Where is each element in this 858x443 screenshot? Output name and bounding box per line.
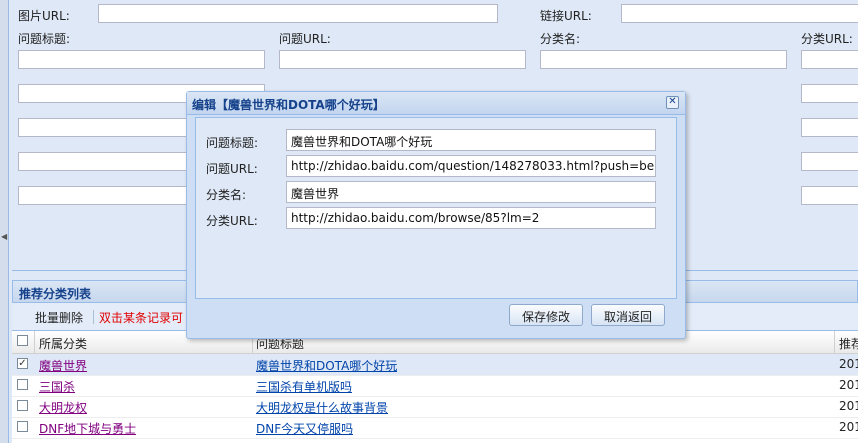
row-category-link[interactable]: 大明龙权	[39, 399, 87, 416]
dialog-title: 编辑【魔兽世界和DOTA哪个好玩】	[192, 98, 385, 112]
header-separator	[834, 331, 835, 353]
row-date: 201	[839, 378, 858, 392]
question-url-input-1[interactable]	[279, 50, 526, 69]
dialog-category-name-label: 分类名:	[206, 188, 247, 202]
row-date: 201	[839, 399, 858, 413]
category-url-input-2[interactable]	[801, 84, 858, 103]
header-separator	[34, 331, 35, 353]
row-category-link[interactable]: DNF地下城与勇士	[39, 420, 136, 437]
dialog-header[interactable]: 编辑【魔兽世界和DOTA哪个好玩】 ✕	[187, 92, 685, 115]
image-url-label: 图片URL:	[18, 9, 70, 23]
row-question-link[interactable]: DNF今天又停服吗	[256, 420, 353, 437]
dialog-category-url-input[interactable]: http://zhidao.baidu.com/browse/85?lm=2	[286, 207, 656, 229]
row-date: 201	[839, 420, 858, 434]
link-url-input[interactable]	[621, 4, 858, 23]
table-row[interactable]: 大明龙权 大明龙权是什么故事背景 201	[12, 396, 858, 418]
collapse-arrow-icon[interactable]: ◀	[1, 232, 7, 241]
header-recommend[interactable]: 推荐	[839, 335, 858, 352]
table-row[interactable]: DNF地下城与勇士 DNF今天又停服吗 201	[12, 417, 858, 439]
row-checkbox[interactable]	[17, 421, 28, 432]
category-name-input-1[interactable]	[540, 50, 787, 69]
category-url-column-label: 分类URL:	[801, 32, 853, 46]
dialog-category-name-input[interactable]: 魔兽世界	[286, 181, 656, 203]
header-category[interactable]: 所属分类	[39, 335, 87, 352]
batch-delete-button[interactable]: 批量删除	[35, 309, 83, 326]
row-category-link[interactable]: 魔兽世界	[39, 357, 87, 374]
dialog-question-title-label: 问题标题:	[206, 136, 259, 150]
row-checkbox[interactable]: ✓	[17, 358, 28, 369]
close-icon[interactable]: ✕	[666, 96, 679, 109]
dialog-question-url-label: 问题URL:	[206, 162, 258, 176]
table-row[interactable]: ✓ 魔兽世界 魔兽世界和DOTA哪个好玩 201	[12, 354, 858, 376]
category-url-input-3[interactable]	[801, 118, 858, 137]
edit-dialog: 编辑【魔兽世界和DOTA哪个好玩】 ✕ 问题标题: 魔兽世界和DOTA哪个好玩 …	[186, 91, 686, 339]
left-collapse-strip[interactable]: ◀	[0, 0, 9, 443]
question-title-column-label: 问题标题:	[18, 32, 71, 46]
dialog-question-title-input[interactable]: 魔兽世界和DOTA哪个好玩	[286, 129, 656, 151]
toolbar-hint-text: 双击某条记录可	[99, 311, 184, 325]
image-url-input[interactable]	[98, 4, 498, 23]
cancel-button[interactable]: 取消返回	[591, 304, 665, 326]
save-button[interactable]: 保存修改	[509, 304, 583, 326]
row-checkbox[interactable]	[17, 400, 28, 411]
row-question-link[interactable]: 魔兽世界和DOTA哪个好玩	[256, 357, 397, 374]
recommend-grid: 所属分类 问题标题 推荐 ✓ 魔兽世界 魔兽世界和DOTA哪个好玩 201 三国…	[12, 331, 858, 443]
question-title-input-1[interactable]	[18, 50, 265, 69]
row-category-link[interactable]: 三国杀	[39, 378, 75, 395]
toolbar-separator	[93, 310, 94, 324]
row-question-link[interactable]: 三国杀有单机版吗	[256, 378, 352, 395]
dialog-body: 问题标题: 魔兽世界和DOTA哪个好玩 问题URL: http://zhidao…	[195, 117, 677, 299]
row-question-link[interactable]: 大明龙权是什么故事背景	[256, 399, 388, 416]
category-url-input-1[interactable]	[801, 50, 858, 69]
table-row[interactable]: 三国杀 三国杀有单机版吗 201	[12, 375, 858, 397]
select-all-checkbox[interactable]	[17, 335, 28, 346]
category-url-input-4[interactable]	[801, 152, 858, 171]
category-url-input-5[interactable]	[801, 186, 858, 205]
dialog-question-url-input[interactable]: http://zhidao.baidu.com/question/1482780…	[286, 155, 656, 177]
row-date: 201	[839, 357, 858, 371]
question-url-column-label: 问题URL:	[279, 32, 331, 46]
link-url-label: 链接URL:	[540, 9, 592, 23]
row-checkbox[interactable]	[17, 379, 28, 390]
dialog-category-url-label: 分类URL:	[206, 214, 258, 228]
category-name-column-label: 分类名:	[540, 32, 581, 46]
